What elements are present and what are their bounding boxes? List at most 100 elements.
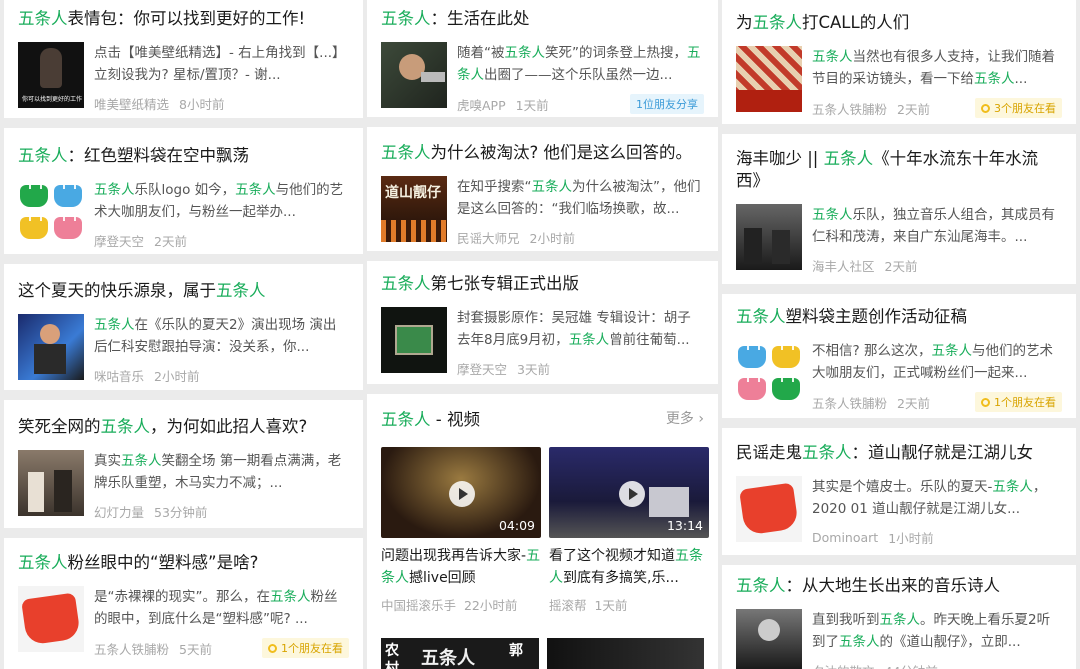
search-results-page: 五条人表情包：你可以找到更好的工作! 你可以找到更好的工作 点击【唯美壁纸精选】… — [0, 0, 1080, 669]
result-card[interactable]: 五条人第七张专辑正式出版 封套摄影原作：吴冠雄 专辑设计：胡子 去年8月底9月初… — [367, 261, 718, 384]
result-time: 44分钟前 — [885, 661, 938, 669]
result-meta: 咪咕音乐 2小时前 — [94, 366, 349, 385]
result-meta: 五条人铁脯粉 2天前 3个朋友在看 — [812, 98, 1062, 118]
result-source: Dominoart — [812, 530, 879, 545]
result-time: 1天前 — [515, 97, 549, 113]
result-thumbnail — [736, 46, 802, 112]
result-snippet: 五条人在《乐队的夏天2》演出现场 演出后仁科安慰跟拍导演：没关系，你... — [94, 317, 337, 355]
video-thumbnail-partial[interactable]: 农 村 五条人 郭 — [381, 638, 539, 669]
result-source: 摩登天空 — [94, 234, 145, 249]
result-card[interactable]: 五条人为什么被淘汰? 他们是这么回答的。 道山靓仔 在知乎搜索“五条人为什么被淘… — [367, 127, 718, 251]
result-title[interactable]: 五条人：红色塑料袋在空中飘荡 — [18, 145, 349, 167]
result-snippet: 随着“被五条人笑死”的词条登上热搜，五条人出圈了——这个乐队虽然一边... — [457, 45, 701, 83]
result-thumbnail — [736, 476, 802, 542]
result-snippet: 五条人乐队logo 如今，五条人与他们的艺术大咖朋友们，与粉丝一起举办... — [94, 182, 344, 220]
result-title[interactable]: 五条人表情包：你可以找到更好的工作! — [18, 8, 349, 30]
result-thumbnail: 道山靓仔 — [381, 176, 447, 242]
friends-watching-badge: 1个朋友在看 — [262, 638, 349, 658]
result-time: 2天前 — [884, 259, 918, 274]
result-snippet: 其实是个嬉皮士。乐队的夏天-五条人，2020 01 道山靓仔就是江湖儿女... — [812, 479, 1047, 517]
result-column-1: 五条人表情包：你可以找到更好的工作! 你可以找到更好的工作 点击【唯美壁纸精选】… — [4, 0, 363, 669]
result-source: 虎嗅APP — [457, 97, 506, 113]
result-meta: 唯美壁纸精选 8小时前 — [94, 94, 349, 113]
video-title[interactable]: 看了这个视频才知道五条人到底有多搞笑,乐... — [549, 545, 709, 589]
result-title[interactable]: 五条人第七张专辑正式出版 — [381, 273, 704, 295]
result-time: 5天前 — [179, 641, 212, 657]
result-card[interactable]: 五条人：从大地生长出来的音乐诗人 直到我听到五条人。昨天晚上看乐夏2听到了五条人… — [722, 565, 1076, 669]
result-snippet: 是“赤裸裸的现实”。那么，在五条人粉丝的眼中，到底什么是“塑料感”呢? ... — [94, 589, 338, 627]
video-item[interactable]: 13:14 看了这个视频才知道五条人到底有多搞笑,乐... 摇滚帮 1天前 — [549, 447, 709, 614]
result-snippet: 封套摄影原作：吴冠雄 专辑设计：胡子 去年8月底9月初，五条人曾前往葡萄... — [457, 310, 691, 348]
result-source: 五条人铁脯粉 — [812, 395, 888, 411]
video-section-title: 五条人 - 视频 — [381, 410, 480, 429]
result-thumbnail — [736, 204, 802, 270]
result-thumbnail: 你可以找到更好的工作 — [18, 42, 84, 108]
result-time: 8小时前 — [179, 97, 225, 112]
result-title[interactable]: 为五条人打CALL的人们 — [736, 12, 1062, 34]
result-source: 五条人铁脯粉 — [94, 641, 170, 657]
eye-icon — [981, 103, 990, 113]
result-title[interactable]: 五条人粉丝眼中的“塑料感”是啥? — [18, 552, 349, 574]
video-duration: 13:14 — [666, 518, 703, 533]
video-thumbnail-partial[interactable] — [546, 638, 704, 669]
result-source: 唯美壁纸精选 — [94, 97, 170, 112]
result-card[interactable]: 五条人塑料袋主题创作活动征稿 不相信? 那么这次，五条人与他们的艺术大咖朋友们，… — [722, 294, 1076, 418]
result-title[interactable]: 这个夏天的快乐源泉，属于五条人 — [18, 280, 349, 302]
result-snippet: 五条人乐队，独立音乐人组合，其成员有仁科和茂涛，来自广东汕尾海丰。... — [812, 207, 1055, 245]
result-meta: 民谣大师兄 2小时前 — [457, 228, 704, 247]
eye-icon — [268, 643, 277, 653]
result-title[interactable]: 五条人为什么被淘汰? 他们是这么回答的。 — [381, 142, 704, 164]
video-thumbnail[interactable]: 13:14 — [549, 447, 709, 538]
result-time: 2小时前 — [154, 369, 200, 384]
result-time: 53分钟前 — [154, 505, 208, 520]
result-card[interactable]: 为五条人打CALL的人们 五条人当然也有很多人支持，让我们随着节目的采访镜头，看… — [722, 0, 1076, 124]
result-card[interactable]: 五条人：生活在此处 随着“被五条人笑死”的词条登上热搜，五条人出圈了——这个乐队… — [367, 0, 718, 117]
result-meta: 虎嗅APP 1天前 1位朋友分享 — [457, 94, 704, 114]
result-thumbnail — [736, 609, 802, 669]
result-card[interactable]: 笑死全网的五条人，为何如此招人喜欢? 真实五条人笑翻全场 第一期看点满满，老牌乐… — [4, 400, 363, 528]
more-videos-link[interactable]: 更多 › — [666, 408, 704, 428]
video-thumbnail[interactable]: 04:09 — [381, 447, 541, 538]
result-title[interactable]: 海丰咖少 || 五条人《十年水流东十年水流西》 — [736, 148, 1062, 192]
result-meta: 摩登天空 2天前 — [94, 231, 349, 250]
plastic-bags-thumbnail — [18, 179, 84, 245]
result-source: 夕沐的散文 — [812, 661, 875, 669]
result-thumbnail — [18, 450, 84, 516]
result-time: 2天前 — [897, 395, 930, 411]
result-meta: 五条人铁脯粉 2天前 1个朋友在看 — [812, 392, 1062, 412]
result-card[interactable]: 五条人表情包：你可以找到更好的工作! 你可以找到更好的工作 点击【唯美壁纸精选】… — [4, 0, 363, 118]
result-thumbnail — [18, 314, 84, 380]
result-title[interactable]: 五条人：生活在此处 — [381, 8, 704, 30]
result-title[interactable]: 五条人塑料袋主题创作活动征稿 — [736, 306, 1062, 328]
result-card[interactable]: 五条人粉丝眼中的“塑料感”是啥? 是“赤裸裸的现实”。那么，在五条人粉丝的眼中，… — [4, 538, 363, 669]
result-card[interactable]: 五条人：红色塑料袋在空中飘荡 五条人乐队logo 如今，五条人与他们的艺术大咖朋… — [4, 128, 363, 254]
result-title[interactable]: 五条人：从大地生长出来的音乐诗人 — [736, 575, 1062, 597]
result-source: 五条人铁脯粉 — [812, 101, 888, 117]
result-meta: 五条人铁脯粉 5天前 1个朋友在看 — [94, 638, 349, 658]
result-thumbnail — [381, 307, 447, 373]
result-title[interactable]: 笑死全网的五条人，为何如此招人喜欢? — [18, 416, 349, 438]
friends-watching-badge: 1个朋友在看 — [975, 392, 1062, 412]
plastic-bags-thumbnail — [736, 340, 802, 406]
result-meta: 幻灯力量 53分钟前 — [94, 502, 349, 521]
result-source: 海丰人社区 — [812, 259, 875, 274]
result-card[interactable]: 这个夏天的快乐源泉，属于五条人 五条人在《乐队的夏天2》演出现场 演出后仁科安慰… — [4, 264, 363, 390]
result-snippet: 在知乎搜索“五条人为什么被淘汰”，他们是这么回答的：“我们临场换歌，故... — [457, 179, 701, 217]
friends-shared-badge: 1位朋友分享 — [630, 94, 704, 114]
result-source: 幻灯力量 — [94, 505, 145, 520]
result-card[interactable]: 海丰咖少 || 五条人《十年水流东十年水流西》 五条人乐队，独立音乐人组合，其成… — [722, 134, 1076, 284]
result-time: 2天前 — [154, 234, 187, 249]
result-title[interactable]: 民谣走鬼五条人：道山靓仔就是江湖儿女 — [736, 442, 1062, 464]
play-icon[interactable] — [449, 481, 475, 507]
result-time: 1小时前 — [888, 531, 934, 546]
friends-watching-badge: 3个朋友在看 — [975, 98, 1062, 118]
result-meta: 海丰人社区 2天前 — [812, 256, 1062, 275]
play-icon[interactable] — [619, 481, 645, 507]
video-item[interactable]: 04:09 问题出现我再告诉大家-五条人撼live回顾 中国摇滚乐手 22小时前 — [381, 447, 541, 614]
result-card[interactable]: 民谣走鬼五条人：道山靓仔就是江湖儿女 其实是个嬉皮士。乐队的夏天-五条人，202… — [722, 428, 1076, 555]
video-title[interactable]: 问题出现我再告诉大家-五条人撼live回顾 — [381, 545, 541, 589]
result-time: 2小时前 — [529, 231, 575, 246]
result-column-2: 五条人：生活在此处 随着“被五条人笑死”的词条登上热搜，五条人出圈了——这个乐队… — [367, 0, 718, 669]
result-snippet: 真实五条人笑翻全场 第一期看点满满，老牌乐队重塑，木马实力不减；... — [94, 453, 342, 491]
result-meta: Dominoart 1小时前 — [812, 528, 1062, 547]
